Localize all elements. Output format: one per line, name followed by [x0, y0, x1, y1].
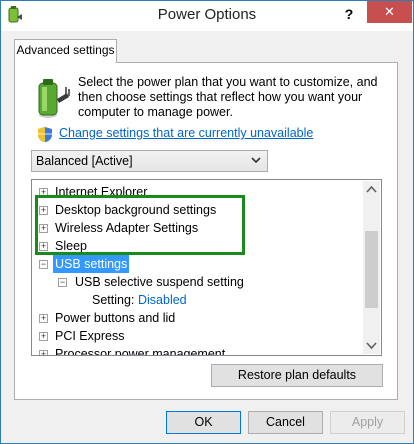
power-plan-dropdown[interactable]: Balanced [Active]: [31, 150, 268, 172]
apply-button[interactable]: Apply: [330, 411, 405, 434]
tree-item-label: USB selective suspend setting: [75, 275, 244, 289]
tree-item-usb-selective-suspend[interactable]: − USB selective suspend setting: [32, 273, 362, 291]
chevron-down-icon: [251, 157, 261, 164]
expand-icon[interactable]: +: [39, 224, 48, 233]
tree-item-setting[interactable]: Setting: Disabled: [32, 291, 362, 309]
uac-shield-icon: [38, 127, 52, 142]
cancel-button[interactable]: Cancel: [248, 411, 323, 434]
expand-icon[interactable]: +: [39, 314, 48, 323]
vertical-scrollbar[interactable]: [363, 181, 380, 354]
change-settings-link[interactable]: Change settings that are currently unava…: [59, 126, 313, 140]
tab-advanced-settings[interactable]: Advanced settings: [14, 39, 117, 63]
collapse-icon[interactable]: −: [39, 260, 48, 269]
tree-item-label: Internet Explorer: [55, 185, 148, 199]
tree-item-label: Wireless Adapter Settings: [55, 221, 199, 235]
power-plan-selected-value: Balanced [Active]: [36, 154, 133, 168]
tree-item-label: PCI Express: [55, 329, 125, 343]
expand-icon[interactable]: +: [39, 206, 48, 215]
tree-item-usb-settings[interactable]: − USB settings: [32, 255, 362, 273]
collapse-icon[interactable]: −: [58, 278, 67, 287]
intro-text: Select the power plan that you want to c…: [78, 75, 378, 119]
tree-item-processor-power[interactable]: + Processor power management: [32, 345, 362, 356]
scroll-down-arrow-icon[interactable]: [363, 337, 380, 354]
tree-item-desktop-background[interactable]: + Desktop background settings: [32, 201, 362, 219]
tree-item-wireless-adapter[interactable]: + Wireless Adapter Settings: [32, 219, 362, 237]
close-button[interactable]: ✕: [367, 1, 412, 23]
expand-icon[interactable]: +: [39, 350, 48, 355]
tree-item-power-buttons[interactable]: + Power buttons and lid: [32, 309, 362, 327]
tree-item-sleep[interactable]: + Sleep: [32, 237, 362, 255]
expand-icon[interactable]: +: [39, 188, 48, 197]
expand-icon[interactable]: +: [39, 242, 48, 251]
ok-button[interactable]: OK: [166, 411, 241, 434]
scroll-up-arrow-icon[interactable]: [363, 181, 380, 198]
setting-label: Setting:: [92, 293, 135, 307]
tree-item-pci-express[interactable]: + PCI Express: [32, 327, 362, 345]
expand-icon[interactable]: +: [39, 332, 48, 341]
tree-item-label: Desktop background settings: [55, 203, 217, 217]
advanced-settings-panel: Select the power plan that you want to c…: [14, 62, 398, 400]
power-options-window: Power Options ? ✕ Advanced settings Sele…: [0, 0, 414, 444]
restore-plan-defaults-button[interactable]: Restore plan defaults: [211, 364, 383, 387]
tree-item-label: Processor power management: [55, 347, 226, 356]
setting-value-link[interactable]: Disabled: [138, 291, 187, 309]
help-button[interactable]: ?: [331, 1, 367, 29]
scrollbar-thumb[interactable]: [365, 231, 378, 308]
title-bar: Power Options ? ✕: [1, 1, 413, 31]
settings-tree: + Internet Explorer + Desktop background…: [31, 179, 382, 356]
tree-item-label: Sleep: [55, 239, 87, 253]
tree-item-label: USB settings: [53, 255, 130, 273]
battery-plug-icon: [38, 79, 70, 118]
tree-item-internet-explorer[interactable]: + Internet Explorer: [32, 183, 362, 201]
tree-item-label: Power buttons and lid: [55, 311, 176, 325]
